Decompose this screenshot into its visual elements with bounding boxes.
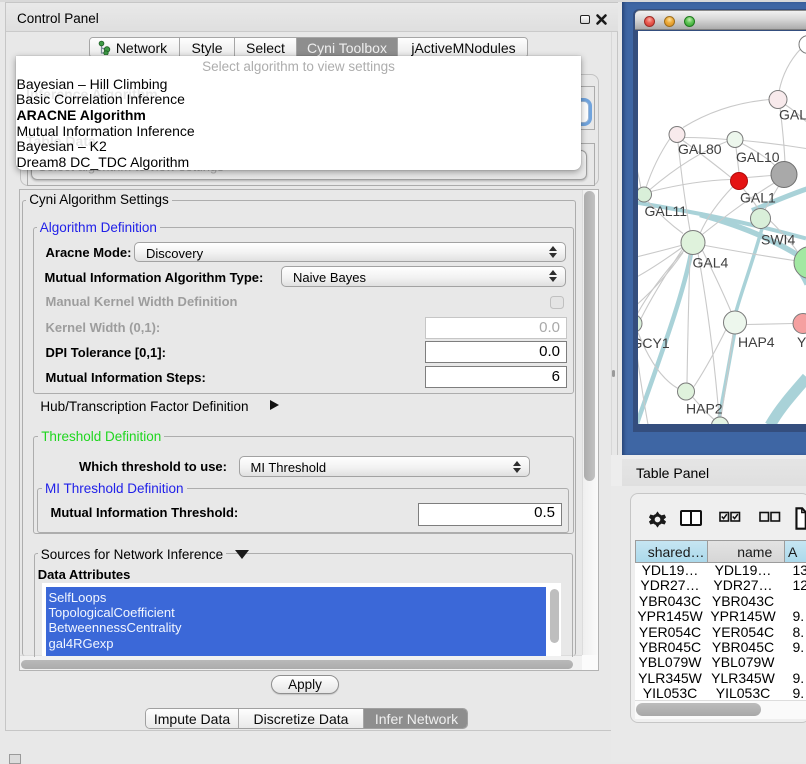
- svg-text:GCY1: GCY1: [638, 335, 670, 351]
- svg-text:GAL10: GAL10: [736, 149, 780, 165]
- svg-text:GAL11: GAL11: [645, 203, 688, 219]
- svg-text:Y: Y: [797, 334, 806, 350]
- svg-text:GAL1: GAL1: [740, 189, 776, 205]
- svg-text:HAP4: HAP4: [738, 334, 775, 350]
- svg-text:GAL80: GAL80: [678, 141, 722, 157]
- svg-text:GAL: GAL: [779, 106, 806, 122]
- svg-text:HAP2: HAP2: [686, 400, 723, 416]
- svg-text:GAL4: GAL4: [693, 254, 729, 270]
- svg-text:SWI4: SWI4: [761, 231, 795, 247]
